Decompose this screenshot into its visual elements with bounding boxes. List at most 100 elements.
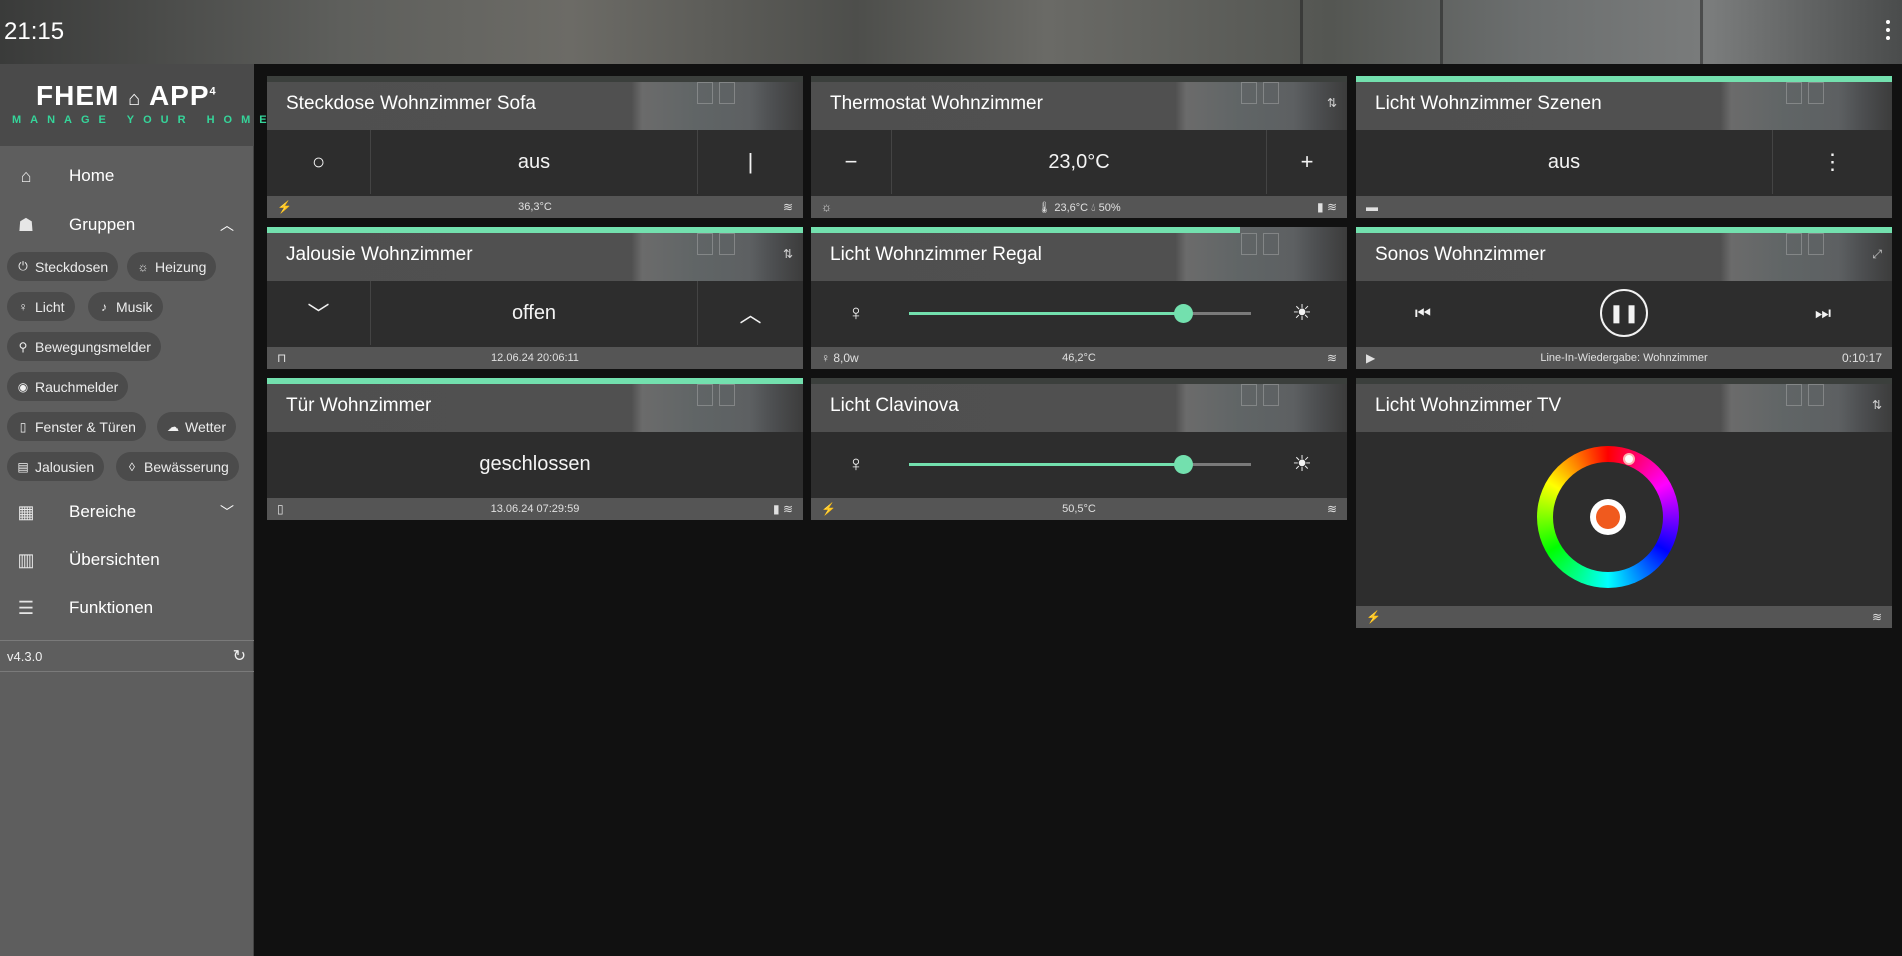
on-button[interactable]: | <box>697 130 803 194</box>
wifi-icon: ≋ <box>1326 351 1337 365</box>
blinds-icon: ▤ <box>17 459 29 474</box>
tile-tv-light: Licht Wohnzimmer TV ⇅ ⚡ ≋ <box>1356 378 1892 628</box>
sidebar-item-groups[interactable]: ☗ Gruppen ︿ <box>0 205 254 245</box>
pause-icon: ❚❚ <box>1600 289 1648 337</box>
playback-time: 0:10:17 <box>1841 351 1882 365</box>
background-stripe <box>1700 0 1703 64</box>
selected-color[interactable] <box>1590 499 1626 535</box>
level-indicator <box>811 227 1240 233</box>
tile-state: aus <box>517 150 551 173</box>
tile-footer: ♀ 8,0w 46,2°C ≋ <box>811 347 1347 369</box>
tile-footer: ▬ <box>1356 196 1892 218</box>
refresh-icon[interactable]: ↻ <box>233 646 246 666</box>
sidebar-item-areas[interactable]: ▦ Bereiche ﹀ <box>0 492 254 532</box>
group-chip-steckdosen[interactable]: ⏻ Steckdosen <box>7 252 119 281</box>
group-chip-heizung[interactable]: ☼ Heizung <box>127 252 217 281</box>
tile-title: Licht Clavinova <box>830 395 959 416</box>
tile-footer: ▯ 13.06.24 07:29:59 ▮ ≋ <box>267 498 803 520</box>
sort-icon[interactable]: ⇅ <box>1872 398 1882 412</box>
decrease-button[interactable]: − <box>811 130 892 194</box>
blinds-down-button[interactable]: ﹀ <box>267 281 371 345</box>
tile-blinds: Jalousie Wohnzimmer ⇅ ﹀ offen ︿ ⊓ 12.06.… <box>267 227 803 369</box>
previous-track-button[interactable]: ⏮ <box>1356 281 1490 345</box>
pause-button[interactable]: ❚❚ <box>1599 281 1649 345</box>
chevron-up-icon: ︿ <box>220 217 234 233</box>
color-wheel[interactable] <box>1537 446 1679 588</box>
music-icon: ♪ <box>101 299 107 314</box>
app-version: v4.3.0 <box>7 649 43 664</box>
clapperboard-icon: ▬ <box>1366 200 1378 214</box>
tile-title: Sonos Wohnzimmer <box>1375 244 1546 265</box>
group-chip-musik[interactable]: ♪ Musik <box>88 292 163 321</box>
increase-button[interactable]: + <box>1266 130 1347 194</box>
tile-title: Licht Wohnzimmer Regal <box>830 244 1042 265</box>
tile-state: aus <box>1547 150 1581 173</box>
wifi-icon: ≋ <box>1871 610 1882 624</box>
tile-socket: Steckdose Wohnzimmer Sofa ○ aus | ⚡ 36,3… <box>267 76 803 218</box>
sort-icon[interactable]: ⇅ <box>783 247 793 261</box>
light-on-button[interactable]: ☀ <box>1257 281 1347 345</box>
thermometer-icon: 🌡︎ <box>1037 202 1052 214</box>
sidebar-item-home[interactable]: ⌂ Home <box>0 156 254 196</box>
slider-knob[interactable] <box>1173 455 1193 474</box>
logo-text: FHEM ⌂ APP4 <box>36 80 217 111</box>
logo-tagline: MANAGE YOUR HOME <box>12 114 276 126</box>
sidebar-item-overviews[interactable]: ▥ Übersichten <box>0 540 254 580</box>
group-chip-bewegungsmelder[interactable]: ⚲ Bewegungsmelder <box>7 332 161 361</box>
floorplan-icon: ▦ <box>17 502 35 522</box>
sidebar-item-label: Home <box>69 166 115 185</box>
light-off-button[interactable]: ♀ <box>811 281 901 345</box>
groups-icon: ☗ <box>17 215 35 235</box>
smoke-detector-icon: ◉ <box>17 379 29 394</box>
tile-shelf-light: Licht Wohnzimmer Regal ♀ ☀ ♀ 8,0w 46,2°C… <box>811 227 1347 369</box>
sort-icon[interactable]: ⇅ <box>1327 96 1337 110</box>
tile-sonos: Sonos Wohnzimmer ⤢ ⏮ ❚❚ ⏭ ▶ Line-In-Wied… <box>1356 227 1892 369</box>
humidity-icon: 💧︎ <box>1091 202 1096 214</box>
tile-title: Tür Wohnzimmer <box>286 395 432 416</box>
brightness-slider[interactable] <box>909 304 1251 323</box>
more-menu-icon[interactable] <box>1886 20 1890 40</box>
tile-title: Licht Wohnzimmer Szenen <box>1375 93 1602 114</box>
tile-footer: ⚡ ≋ <box>1356 606 1892 628</box>
wifi-off-icon: ≋ <box>782 200 793 214</box>
group-chip-jalousien[interactable]: ▤ Jalousien <box>7 452 105 481</box>
scene-menu-button[interactable]: ⋮ <box>1772 130 1892 194</box>
tile-title: Licht Wohnzimmer TV <box>1375 395 1562 416</box>
door-icon: ▯ <box>19 419 27 434</box>
brightness-slider[interactable] <box>909 455 1251 474</box>
home-icon: ⌂ <box>20 166 32 186</box>
tile-setpoint: 23,0°C <box>1048 150 1110 173</box>
sidebar: FHEM ⌂ APP4 MANAGE YOUR HOME ⌂ Home ☗ Gr… <box>0 64 267 956</box>
color-wheel-handle[interactable] <box>1623 453 1635 465</box>
background-stripe <box>1300 0 1303 64</box>
clock: 21:15 <box>4 18 65 45</box>
tile-title: Thermostat Wohnzimmer <box>830 93 1043 114</box>
tile-scenes: Licht Wohnzimmer Szenen aus ⋮ ▬ <box>1356 76 1892 218</box>
bulb-icon: ♀ <box>18 299 28 314</box>
tile-footer: ⚡ 36,3°C ≋ <box>267 196 803 218</box>
expand-icon[interactable]: ⤢ <box>1872 247 1882 262</box>
tile-footer: ⚡ 50,5°C ≋ <box>811 498 1347 520</box>
no-power-icon: ⚡ <box>1366 610 1381 624</box>
off-button[interactable]: ○ <box>267 130 371 194</box>
light-off-button[interactable]: ♀ <box>811 432 901 496</box>
plug-icon: ⏻ <box>18 259 28 273</box>
sidebar-item-functions[interactable]: ☰ Funktionen <box>0 588 254 628</box>
group-chip-licht[interactable]: ♀ Licht <box>7 292 75 321</box>
light-on-button[interactable]: ☀ <box>1257 432 1347 496</box>
slider-knob[interactable] <box>1173 304 1193 323</box>
wifi-icon: ≋ <box>1326 502 1337 516</box>
group-chip-wetter[interactable]: ☁ Wetter <box>157 412 236 441</box>
next-track-button[interactable]: ⏭ <box>1756 281 1890 345</box>
group-chip-bewaesserung[interactable]: ◊ Bewässerung <box>116 452 239 481</box>
tile-thermostat: Thermostat Wohnzimmer ⇅ − 23,0°C + ☼ 🌡︎ … <box>811 76 1347 218</box>
group-chip-rauchmelder[interactable]: ◉ Rauchmelder <box>7 372 129 401</box>
app-logo: FHEM ⌂ APP4 MANAGE YOUR HOME <box>0 64 267 146</box>
blinds-up-button[interactable]: ︿ <box>697 281 803 345</box>
tile-state: geschlossen <box>479 452 591 475</box>
tile-door: Tür Wohnzimmer geschlossen ▯ 13.06.24 07… <box>267 378 803 520</box>
group-chip-fenster-tueren[interactable]: ▯ Fenster & Türen <box>7 412 146 441</box>
heater-icon: ☼ <box>137 259 149 274</box>
tile-title: Jalousie Wohnzimmer <box>286 244 473 265</box>
sidebar-item-label: Gruppen <box>69 215 136 234</box>
